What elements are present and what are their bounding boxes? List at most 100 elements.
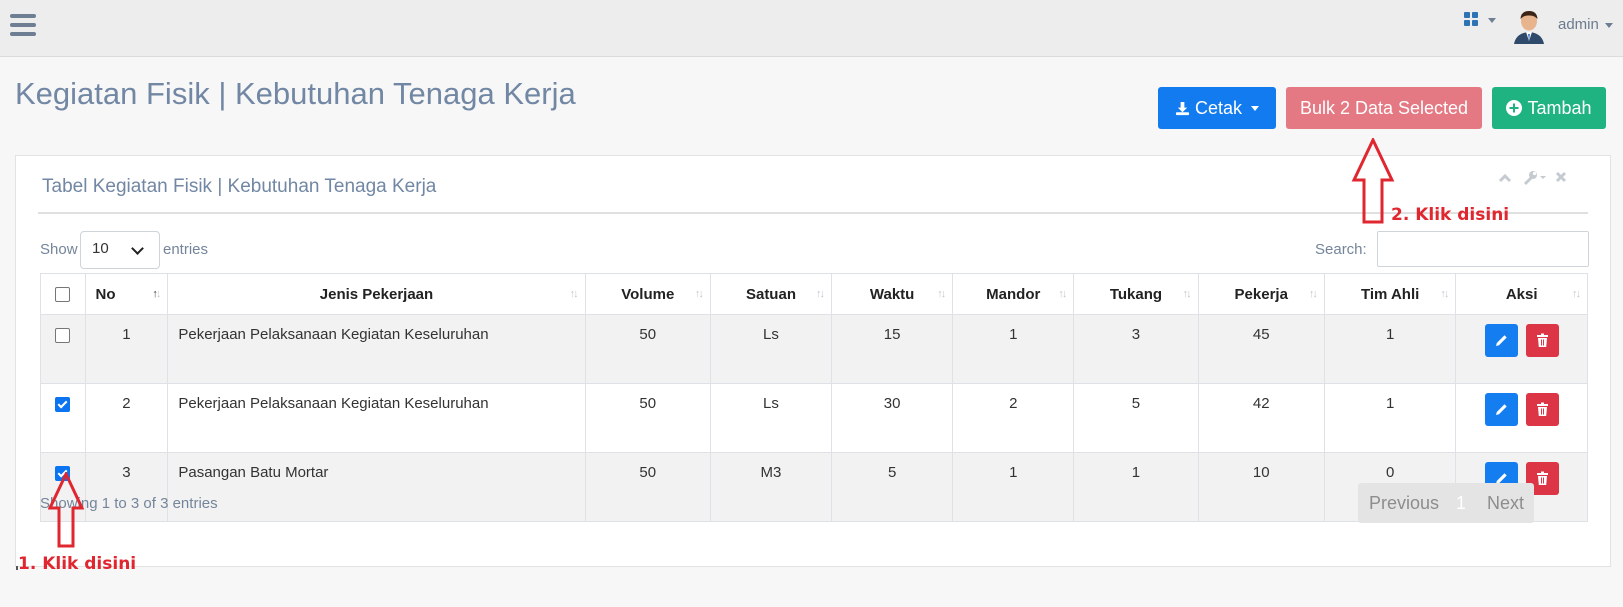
sort-icon: ↑↓	[1308, 288, 1318, 300]
sort-icon: ↑↓	[1182, 288, 1192, 300]
sort-icon: ↑↓	[569, 288, 579, 300]
column-header-aksi[interactable]: Aksi ↑↓	[1455, 273, 1588, 315]
row-checkbox[interactable]	[55, 396, 71, 412]
row-select-cell	[40, 383, 86, 453]
cell-aksi	[1455, 314, 1588, 384]
page-length-value: 10	[92, 240, 109, 257]
cell-jenis-pekerjaan: Pekerjaan Pelaksanaan Kegiatan Keseluruh…	[167, 383, 586, 453]
sort-icon: ↑↓	[694, 288, 704, 300]
cell-volume: 50	[584, 314, 711, 384]
cell-mandor: 1	[952, 314, 1075, 384]
chevron-up-icon[interactable]	[1498, 171, 1512, 190]
bulk-label: Bulk 2 Data Selected	[1299, 97, 1469, 118]
download-icon	[1175, 101, 1190, 115]
row-checkbox[interactable]	[55, 327, 71, 343]
entries-label: entries	[163, 241, 209, 258]
sort-icon: ↑↓	[937, 288, 946, 300]
close-icon[interactable]	[1554, 170, 1568, 189]
page-length-select[interactable]: 10	[80, 231, 160, 269]
cell-aksi	[1455, 383, 1588, 453]
chevron-down-icon	[1251, 105, 1260, 111]
search-label: Search:	[1315, 241, 1367, 258]
column-header-jenis-pekerjaan[interactable]: Jenis Pekerjaan ↑↓	[167, 273, 586, 315]
cell-tim-ahli: 1	[1323, 314, 1457, 384]
annotation-step-1: 1. Klik disini	[18, 554, 137, 574]
column-header-waktu[interactable]: Waktu ↑↓	[831, 273, 954, 315]
delete-button[interactable]	[1525, 324, 1559, 357]
column-header-no[interactable]: No ↑↓	[84, 273, 169, 315]
pencil-icon	[1495, 335, 1507, 346]
cell-volume: 50	[584, 383, 711, 453]
user-name: admin	[1558, 16, 1599, 33]
cetak-button[interactable]: Cetak	[1158, 87, 1276, 129]
select-all-checkbox[interactable]	[55, 287, 71, 303]
cell-tukang: 1	[1073, 452, 1199, 522]
cell-no: 2	[84, 383, 169, 453]
cell-volume: 50	[584, 452, 711, 522]
cell-no: 1	[84, 314, 169, 384]
plus-circle-icon	[1506, 100, 1523, 116]
cell-tim-ahli: 1	[1323, 383, 1457, 453]
row-select-cell	[40, 314, 86, 384]
cell-satuan: Ls	[709, 314, 833, 384]
apps-grid-icon[interactable]	[1464, 12, 1502, 30]
select-all-cell	[40, 273, 86, 315]
cell-pekerja: 45	[1197, 314, 1325, 384]
table-row: 3 Pasangan Batu Mortar 50 M3 5 1 1 10 0	[40, 452, 1588, 522]
next-page-button[interactable]: Next	[1487, 493, 1524, 514]
chevron-down-icon	[1604, 22, 1613, 28]
column-header-volume[interactable]: Volume ↑↓	[584, 273, 711, 315]
sort-icon: ↑↓	[1572, 288, 1581, 300]
cell-mandor: 1	[952, 452, 1075, 522]
previous-page-button[interactable]: Previous	[1369, 493, 1439, 514]
cell-tukang: 3	[1073, 314, 1199, 384]
edit-button[interactable]	[1484, 393, 1518, 426]
show-label: Show	[40, 241, 78, 258]
trash-icon	[1536, 402, 1548, 416]
bulk-delete-button[interactable]: Bulk 2 Data Selected	[1286, 87, 1482, 129]
wrench-icon[interactable]	[1522, 170, 1548, 191]
column-header-satuan[interactable]: Satuan ↑↓	[709, 273, 833, 315]
annotation-arrow-up-icon	[48, 472, 84, 548]
cell-mandor: 2	[952, 383, 1075, 453]
annotation-arrow-up-icon	[1351, 138, 1395, 224]
trash-icon	[1536, 333, 1548, 347]
table-header-row: No ↑↓ Jenis Pekerjaan ↑↓ Volume ↑↓ Satuan ↑↓…	[40, 273, 1588, 315]
pencil-icon	[1495, 404, 1507, 415]
column-header-tim-ahli[interactable]: Tim Ahli ↑↓	[1323, 273, 1457, 315]
column-header-mandor[interactable]: Mandor ↑↓	[952, 273, 1075, 315]
cell-waktu: 30	[831, 383, 954, 453]
annotation-step-2: 2. Klik disini	[1391, 205, 1510, 225]
card-title: Tabel Kegiatan Fisik | Kebutuhan Tenaga …	[42, 176, 437, 197]
menu-icon[interactable]	[10, 14, 36, 38]
card-controls	[1498, 170, 1598, 193]
chevron-down-icon	[131, 242, 144, 255]
cell-waktu: 5	[831, 452, 954, 522]
pagination: Previous 1 Next	[1358, 483, 1534, 523]
column-header-tukang[interactable]: Tukang ↑↓	[1073, 273, 1199, 315]
cell-satuan: M3	[709, 452, 833, 522]
table-row: 2 Pekerjaan Pelaksanaan Kegiatan Keselur…	[40, 383, 1588, 453]
sort-icon: ↑↓	[152, 288, 161, 300]
sort-icon: ↑↓	[1058, 288, 1067, 300]
cetak-label: Cetak	[1194, 97, 1243, 118]
user-avatar-icon[interactable]	[1512, 8, 1546, 44]
top-navbar: admin	[0, 0, 1623, 57]
tambah-button[interactable]: Tambah	[1492, 87, 1606, 129]
table-row: 1 Pekerjaan Pelaksanaan Kegiatan Keselur…	[40, 314, 1588, 384]
search-input[interactable]	[1377, 231, 1589, 267]
cell-waktu: 15	[831, 314, 954, 384]
edit-button[interactable]	[1484, 324, 1518, 357]
delete-button[interactable]	[1525, 393, 1559, 426]
cell-satuan: Ls	[709, 383, 833, 453]
data-table: No ↑↓ Jenis Pekerjaan ↑↓ Volume ↑↓ Satuan ↑↓…	[40, 273, 1588, 522]
cell-jenis-pekerjaan: Pasangan Batu Mortar	[167, 452, 586, 522]
cell-jenis-pekerjaan: Pekerjaan Pelaksanaan Kegiatan Keseluruh…	[167, 314, 586, 384]
page-title: Kegiatan Fisik | Kebutuhan Tenaga Kerja	[15, 76, 576, 111]
user-menu[interactable]: admin	[1558, 16, 1613, 33]
column-header-pekerja[interactable]: Pekerja ↑↓	[1197, 273, 1325, 315]
sort-icon: ↑↓	[1440, 288, 1449, 300]
current-page[interactable]: 1	[1456, 493, 1466, 514]
stray-mark	[16, 566, 18, 570]
trash-icon	[1536, 471, 1548, 485]
